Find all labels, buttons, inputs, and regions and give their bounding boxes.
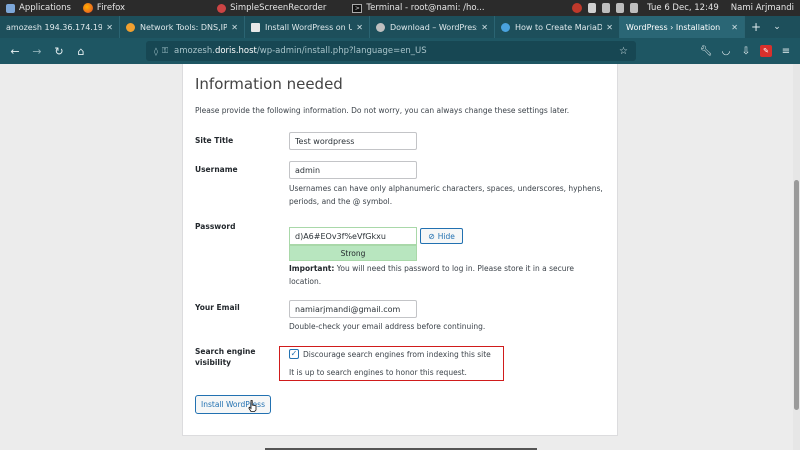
user-menu[interactable]: Nami Arjmandi [725, 0, 800, 16]
tab-install-wordpress-ubuntu[interactable]: Install WordPress on Ubu ✕ [245, 16, 370, 38]
page-scrollbar[interactable] [793, 64, 800, 450]
article-favicon-icon [251, 22, 260, 32]
screen-recorder-icon [217, 3, 227, 13]
email-description: Double-check your email address before c… [289, 322, 486, 331]
tab-mariadb[interactable]: How to Create MariaDB U ✕ [495, 16, 620, 38]
search-visibility-label: Search engine visibility [195, 347, 256, 367]
tab-wordpress-installation[interactable]: WordPress › Installation ✕ [620, 16, 745, 38]
clock[interactable]: Tue 6 Dec, 12:49 [641, 0, 725, 16]
discourage-search-engines-checkbox[interactable]: ✓ [289, 349, 299, 359]
reload-icon[interactable]: ↻ [48, 40, 70, 62]
bookmark-star-icon[interactable]: ☆ [619, 46, 628, 57]
close-tab-icon[interactable]: ✕ [106, 23, 113, 32]
key-icon[interactable]: ⚿ [162, 46, 168, 56]
install-form-card: Information needed Please provide the fo… [182, 64, 618, 436]
install-wordpress-button[interactable]: Install WordPress [195, 395, 271, 414]
scrollbar-thumb[interactable] [794, 180, 799, 410]
tracking-shield-icon[interactable]: ◊ [154, 47, 158, 56]
browser-tab-bar: amozesh 194.36.174.195 ✕ Network Tools: … [0, 16, 800, 38]
tab-download-wordpress[interactable]: Download – WordPress.o ✕ [370, 16, 495, 38]
network-tray-icon[interactable] [602, 3, 611, 13]
close-tab-icon[interactable]: ✕ [606, 23, 613, 32]
wordpress-favicon-icon [376, 22, 385, 32]
home-icon[interactable]: ⌂ [70, 40, 92, 62]
firefox-icon [82, 3, 93, 13]
close-tab-icon[interactable]: ✕ [231, 23, 238, 32]
toolbar-right: 🔧︎ ◡ ⇩ ✎ ≡ [696, 38, 800, 64]
recording-tray-icon[interactable] [572, 3, 583, 13]
list-tabs-chevron-icon[interactable]: ⌄ [767, 16, 787, 38]
password-strength-meter: Strong [289, 245, 417, 261]
applications-menu[interactable]: Applications [0, 0, 77, 16]
applications-icon [6, 3, 15, 13]
downloads-icon[interactable]: ⇩ [736, 40, 756, 62]
volume-tray-icon[interactable] [616, 3, 625, 13]
email-label: Your Email [195, 303, 240, 312]
wrench-icon[interactable]: 🔧︎ [696, 40, 716, 62]
tab-network-tools[interactable]: Network Tools: DNS,IP,Em ✕ [120, 16, 245, 38]
password-label: Password [195, 222, 236, 231]
forward-arrow-icon[interactable]: → [26, 40, 48, 62]
site-title-label: Site Title [195, 136, 234, 145]
digitalocean-favicon-icon [501, 22, 510, 32]
username-description: Usernames can have only alphanumeric cha… [289, 184, 603, 206]
password-input[interactable]: d)A6#EOv3f%eVfGkxu [289, 227, 417, 245]
back-arrow-icon[interactable]: ← [4, 40, 26, 62]
tab-amozesh[interactable]: amozesh 194.36.174.195 ✕ [0, 16, 120, 38]
intro-text: Please provide the following information… [195, 106, 570, 115]
new-tab-button[interactable]: + [745, 16, 767, 38]
close-tab-icon[interactable]: ✕ [481, 23, 488, 32]
clipboard-tray-icon[interactable] [588, 3, 597, 13]
pocket-icon[interactable]: ◡ [716, 40, 736, 62]
menu-icon[interactable]: ≡ [776, 40, 796, 62]
battery-tray-icon[interactable] [630, 3, 639, 13]
page-content: Information needed Please provide the fo… [0, 64, 800, 450]
password-note: Important: You will need this password t… [289, 264, 575, 286]
hide-password-button[interactable]: ⊘ Hide [420, 228, 463, 244]
username-label: Username [195, 165, 238, 174]
browser-nav-bar: ← → ↻ ⌂ ◊ ⚿ amozesh. doris.host/wp-admin/… [0, 38, 800, 64]
taskbar-firefox[interactable]: Firefox [77, 0, 131, 16]
terminal-icon: > [352, 3, 363, 13]
taskbar-ssr[interactable]: SimpleScreenRecorder [211, 0, 332, 16]
hand-cursor-icon [248, 400, 257, 412]
username-input[interactable]: admin [289, 161, 417, 179]
search-visibility-description: It is up to search engines to honor this… [289, 368, 467, 377]
extension-icon[interactable]: ✎ [756, 40, 776, 62]
red-extension-icon: ✎ [760, 45, 772, 57]
network-tools-favicon-icon [126, 22, 135, 32]
email-input[interactable]: namiarjmandi@gmail.com [289, 300, 417, 318]
taskbar-terminal[interactable]: > Terminal - root@nami: /ho... [346, 0, 490, 16]
eye-slash-icon: ⊘ [428, 231, 435, 241]
page-title: Information needed [195, 75, 343, 93]
close-tab-icon[interactable]: ✕ [356, 23, 363, 32]
system-top-bar: Applications Firefox SimpleScreenRecorde… [0, 0, 800, 16]
site-title-input[interactable]: Test wordpress [289, 132, 417, 150]
discourage-search-engines-option[interactable]: ✓ Discourage search engines from indexin… [289, 349, 491, 359]
url-bar[interactable]: ◊ ⚿ amozesh. doris.host/wp-admin/install.… [146, 41, 636, 61]
close-tab-icon[interactable]: ✕ [731, 23, 738, 32]
